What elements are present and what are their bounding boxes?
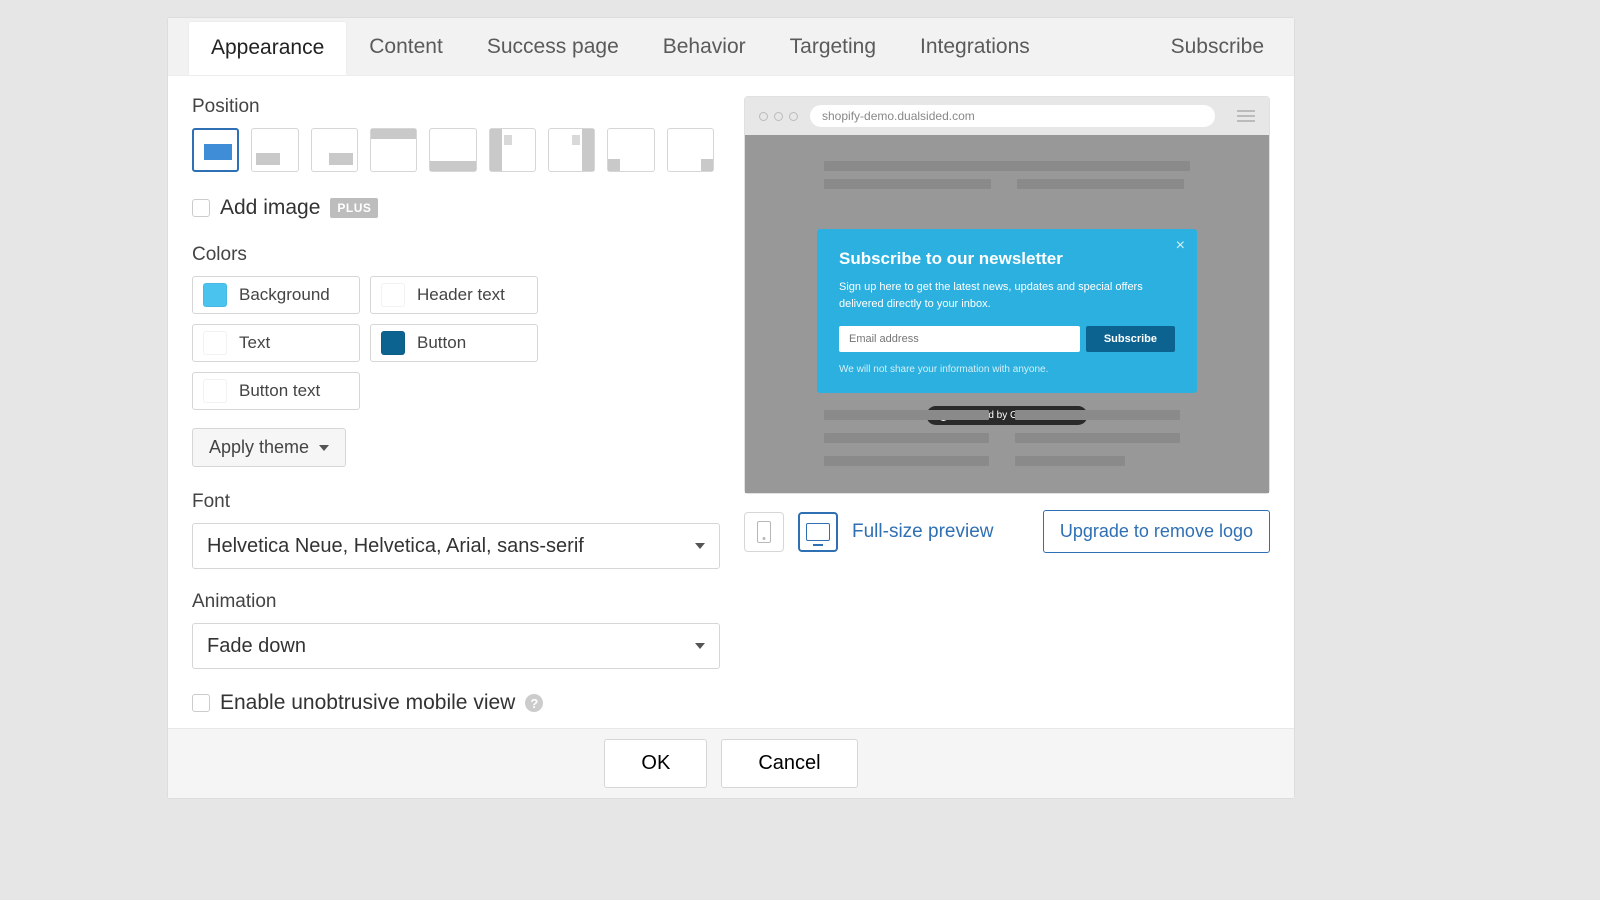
position-tab-right[interactable] [667,128,714,172]
position-bottom-left[interactable] [251,128,298,172]
preview-browser-bar: shopify-demo.dualsided.com [745,97,1269,135]
help-icon[interactable]: ? [525,694,543,712]
color-label: Button text [239,381,320,401]
swatch-icon [203,379,227,403]
add-image-row: Add image PLUS [192,196,714,220]
chevron-down-icon [319,445,329,451]
colors-label: Colors [192,244,714,266]
position-panel-right[interactable] [548,128,595,172]
upgrade-button[interactable]: Upgrade to remove logo [1043,510,1270,553]
tab-appearance[interactable]: Appearance [188,21,347,75]
color-label: Background [239,285,330,305]
tabbar: Appearance Content Success page Behavior… [168,18,1294,76]
cancel-button[interactable]: Cancel [721,739,857,788]
mobile-view-row: Enable unobtrusive mobile view ? [192,691,714,715]
color-header-text[interactable]: Header text [370,276,538,314]
chevron-down-icon [695,643,705,649]
hamburger-icon [1237,110,1255,122]
preview-browser: shopify-demo.dualsided.com × Subscribe t… [744,96,1270,494]
font-select[interactable]: Helvetica Neue, Helvetica, Arial, sans-s… [192,523,720,569]
add-image-label: Add image [220,196,320,220]
plus-badge: PLUS [330,198,378,218]
appearance-dialog: Appearance Content Success page Behavior… [168,18,1294,798]
popup-description: Sign up here to get the latest news, upd… [839,279,1175,312]
preview-toolbar: Full-size preview Upgrade to remove logo [744,510,1270,553]
position-bottom-right[interactable] [311,128,358,172]
font-label: Font [192,491,714,513]
popup-title: Subscribe to our newsletter [839,249,1175,269]
position-center[interactable] [192,128,239,172]
apply-theme-dropdown[interactable]: Apply theme [192,428,346,467]
swatch-icon [381,283,405,307]
position-panel-left[interactable] [489,128,536,172]
tab-behavior[interactable]: Behavior [641,21,768,73]
color-label: Header text [417,285,505,305]
animation-value: Fade down [207,635,306,658]
color-button[interactable]: Button [370,324,538,362]
animation-select[interactable]: Fade down [192,623,720,669]
chevron-down-icon [695,543,705,549]
preview-viewport: × Subscribe to our newsletter Sign up he… [745,135,1269,493]
dialog-footer: OK Cancel [168,728,1294,798]
position-options [192,128,714,172]
popup-email-input[interactable] [839,326,1080,352]
color-text[interactable]: Text [192,324,360,362]
mobile-icon [757,521,771,543]
tab-targeting[interactable]: Targeting [768,21,898,73]
tab-integrations[interactable]: Integrations [898,21,1052,73]
color-label: Button [417,333,466,353]
mobile-preview-button[interactable] [744,512,784,552]
preview-panel: shopify-demo.dualsided.com × Subscribe t… [724,76,1294,728]
position-label: Position [192,96,714,118]
settings-panel: Position Add image PLUS Colors [168,76,724,728]
mobile-view-label: Enable unobtrusive mobile view [220,691,515,715]
add-image-checkbox[interactable] [192,199,210,217]
animation-label: Animation [192,591,714,613]
position-bar-top[interactable] [370,128,417,172]
position-tab-left[interactable] [607,128,654,172]
desktop-preview-button[interactable] [798,512,838,552]
swatch-icon [203,283,227,307]
close-icon[interactable]: × [1176,237,1185,255]
color-label: Text [239,333,270,353]
position-bar-bottom[interactable] [429,128,476,172]
full-size-preview-link[interactable]: Full-size preview [852,521,993,543]
popup-subscribe-button[interactable]: Subscribe [1086,326,1175,352]
color-background[interactable]: Background [192,276,360,314]
colors-grid: Background Header text Text Button Butto… [192,276,714,410]
tab-success-page[interactable]: Success page [465,21,641,73]
desktop-icon [806,523,830,541]
preview-url: shopify-demo.dualsided.com [810,105,1215,127]
color-button-text[interactable]: Button text [192,372,360,410]
swatch-icon [381,331,405,355]
widget-type-label: Subscribe [1161,21,1274,73]
apply-theme-label: Apply theme [209,437,309,458]
window-dots-icon [759,112,798,121]
swatch-icon [203,331,227,355]
popup-footnote: We will not share your information with … [839,364,1175,375]
mobile-view-checkbox[interactable] [192,694,210,712]
font-value: Helvetica Neue, Helvetica, Arial, sans-s… [207,535,584,558]
tab-content[interactable]: Content [347,21,465,73]
ok-button[interactable]: OK [604,739,707,788]
preview-popup: × Subscribe to our newsletter Sign up he… [817,229,1197,393]
